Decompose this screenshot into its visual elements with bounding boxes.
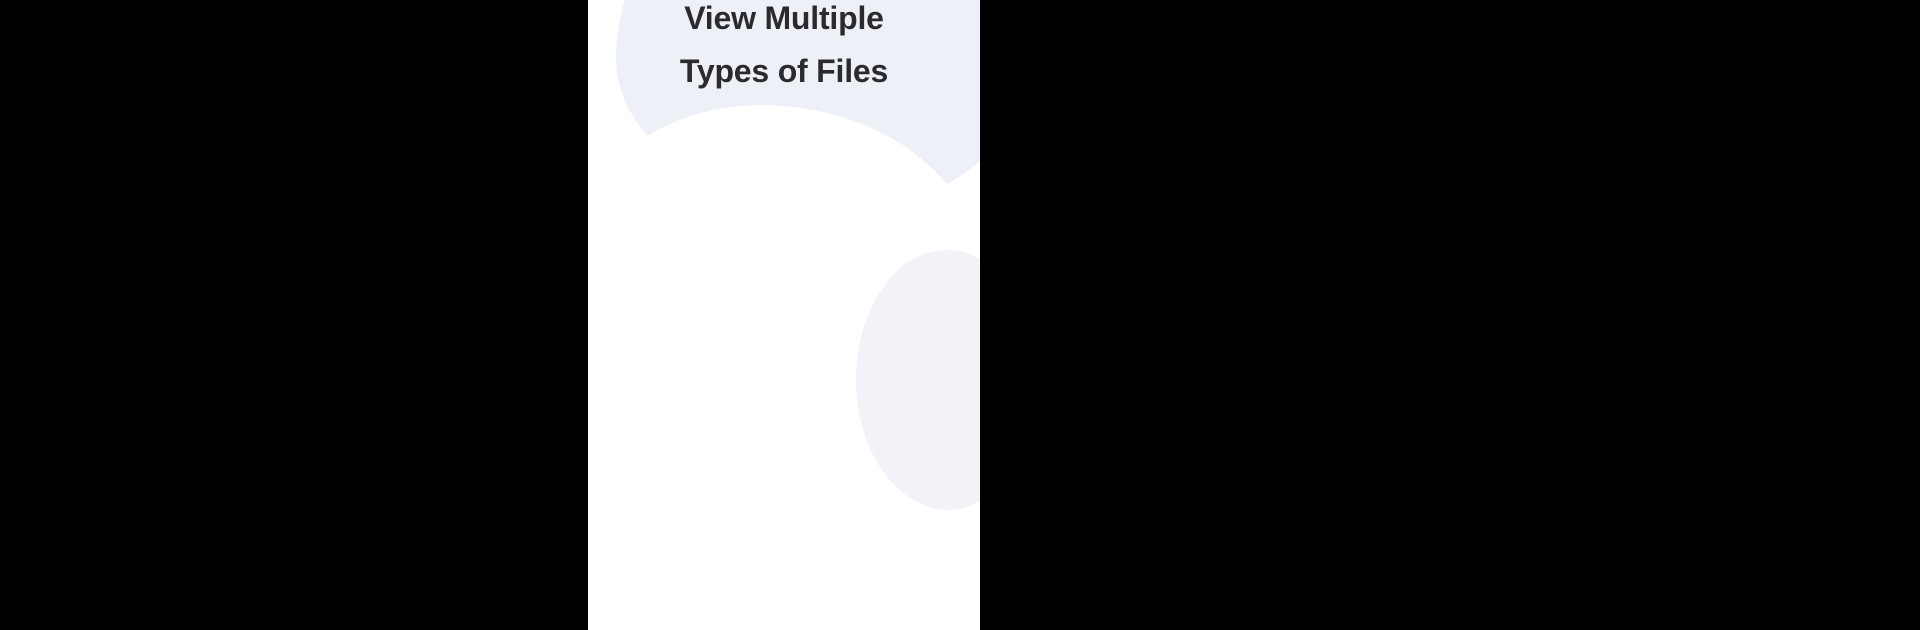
headline-line-2: Types of Files <box>679 53 889 89</box>
headline-line-1: View Multiple <box>684 0 884 36</box>
promo-panel: View Multiple Types of Files 10:00 <box>588 0 980 630</box>
screenshot-root: View Multiple Types of Files 10:00 <box>0 0 1920 630</box>
promo-headline: View Multiple Types of Files <box>588 0 980 98</box>
